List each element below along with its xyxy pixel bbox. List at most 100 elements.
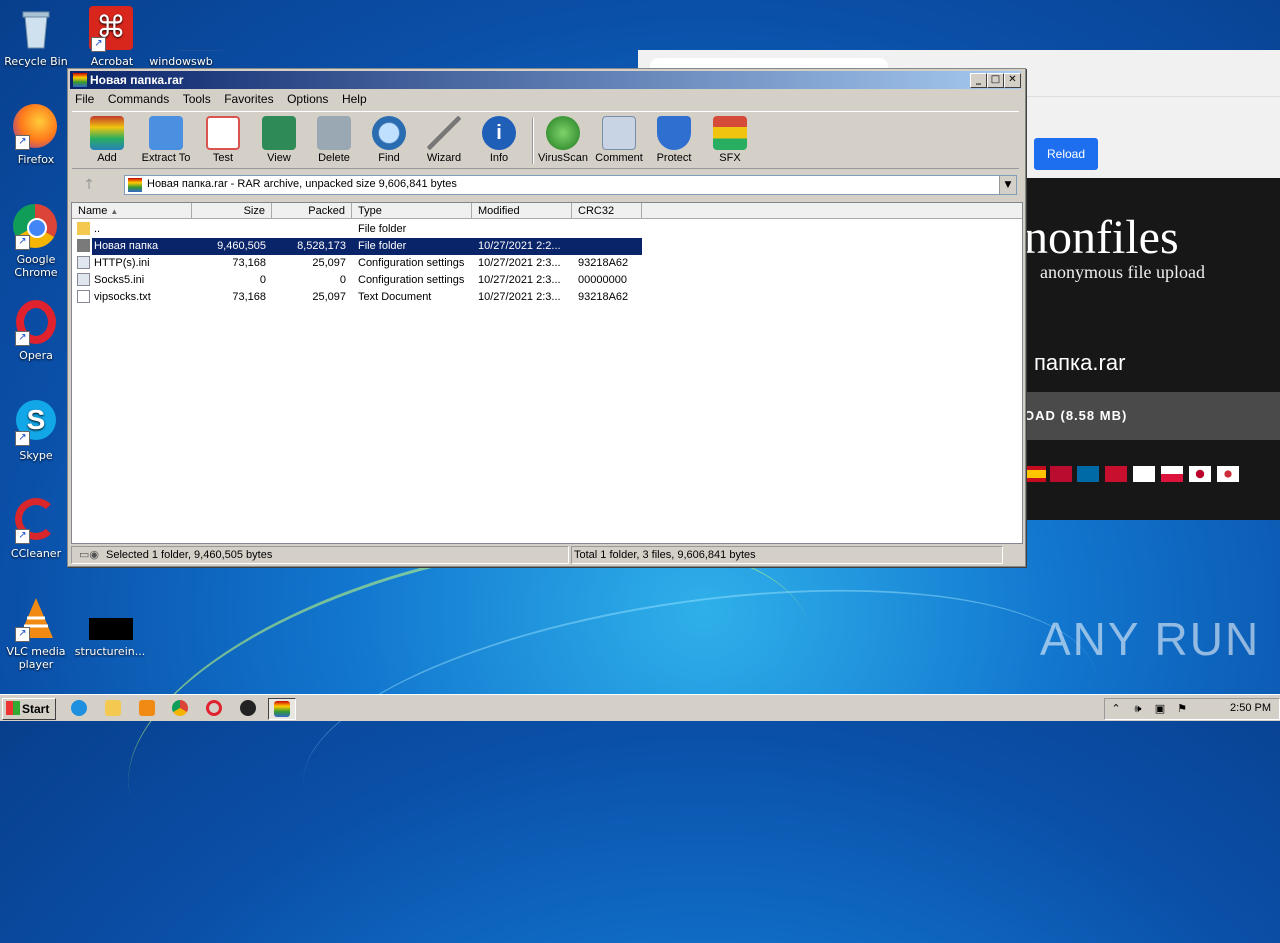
text-file-icon — [77, 290, 90, 303]
taskbar-ie[interactable] — [66, 698, 92, 718]
table-row[interactable]: Новая папка 9,460,505 8,528,173 File fol… — [72, 238, 1022, 255]
cell-crc32: 93218A62 — [578, 291, 629, 303]
cell-crc32: 93218A62 — [578, 257, 629, 269]
menu-options[interactable]: Options — [282, 90, 333, 108]
opera-icon — [206, 700, 222, 716]
sfx-button[interactable]: SFX — [702, 116, 758, 164]
cell-packed: 0 — [339, 274, 346, 286]
desktop-icon-label: Opera — [19, 349, 53, 362]
windows-logo-icon — [6, 701, 20, 715]
cell-crc32: 00000000 — [578, 274, 627, 286]
desktop-icon-vlc[interactable]: ↗ VLC media player — [0, 596, 72, 671]
taskbar-winrar[interactable] — [268, 698, 296, 720]
winrar-window[interactable]: Новая папка.rar _ □ ✕ File Commands Tool… — [67, 68, 1026, 567]
desktop-icon-label: CCleaner — [10, 547, 62, 560]
info-button[interactable]: i Info — [471, 116, 527, 164]
table-row[interactable]: HTTP(s).ini 73,168 25,097 Configuration … — [72, 255, 1022, 272]
network-icon[interactable]: ▣ — [1153, 702, 1167, 716]
column-header-type[interactable]: Type — [352, 203, 472, 219]
desktop-icon-firefox[interactable]: ↗ Firefox — [0, 104, 72, 166]
column-header-name[interactable]: Name ▲ — [72, 203, 192, 219]
column-header-packed[interactable]: Packed — [272, 203, 352, 219]
taskbar-explorer[interactable] — [100, 698, 126, 718]
add-archive-icon — [90, 116, 124, 150]
flag-korea-icon[interactable] — [1217, 466, 1239, 482]
taskbar-opera[interactable] — [201, 698, 227, 718]
close-button[interactable]: ✕ — [1004, 73, 1021, 88]
comment-button[interactable]: Comment — [591, 116, 647, 164]
desktop-icon-recycle-bin[interactable]: Recycle Bin — [0, 6, 72, 68]
protect-button[interactable]: Protect — [646, 116, 702, 164]
flag-finland-icon[interactable] — [1133, 466, 1155, 482]
menu-commands[interactable]: Commands — [103, 90, 174, 108]
desktop-icon-ccleaner[interactable]: ↗ CCleaner — [0, 498, 72, 560]
table-row[interactable]: .. File folder — [72, 221, 1022, 238]
desktop-icon-label: windowswb — [149, 55, 213, 68]
view-book-icon — [262, 116, 296, 150]
menu-help[interactable]: Help — [337, 90, 372, 108]
flag-icon[interactable]: ⚑ — [1175, 702, 1189, 716]
system-tray: ⌃ 🕪 ▣ ⚑ 2:50 PM — [1104, 698, 1280, 720]
path-combobox[interactable]: Новая папка.rar - RAR archive, unpacked … — [124, 175, 1017, 195]
flag-spain-icon[interactable] — [1024, 466, 1046, 482]
minimize-button[interactable]: _ — [970, 73, 987, 88]
vlc-icon: ↗ — [13, 596, 59, 642]
taskbar: Start ⌃ 🕪 ▣ ⚑ 2:50 PM — [0, 694, 1280, 721]
flag-japan-icon[interactable] — [1189, 466, 1211, 482]
column-header-modified[interactable]: Modified — [472, 203, 572, 219]
taskbar-media-player[interactable] — [134, 698, 160, 718]
table-row[interactable]: Socks5.ini 0 0 Configuration settings 10… — [72, 272, 1022, 289]
sort-ascending-icon: ▲ — [110, 207, 119, 216]
reload-button[interactable]: Reload — [1034, 138, 1098, 170]
desktop-icon-opera[interactable]: ↗ Opera — [0, 300, 72, 362]
chevron-up-icon[interactable]: ⌃ — [1109, 702, 1123, 716]
wizard-button[interactable]: Wizard — [416, 116, 472, 164]
ccleaner-icon: ↗ — [13, 498, 59, 544]
file-icon — [87, 596, 133, 642]
chrome-icon — [172, 700, 188, 716]
title-bar[interactable]: Новая папка.rar _ □ ✕ — [70, 71, 1021, 89]
cell-type: Configuration settings — [358, 274, 465, 286]
cell-modified: 10/27/2021 2:3... — [478, 257, 561, 269]
find-magnifier-icon — [372, 116, 406, 150]
flag-sweden-icon[interactable] — [1077, 466, 1099, 482]
flag-denmark-icon[interactable] — [1105, 466, 1127, 482]
site-brand: nonfiles — [1024, 211, 1179, 264]
delete-button[interactable]: Delete — [306, 116, 362, 164]
up-arrow-icon[interactable]: ↑ — [78, 177, 100, 193]
flag-poland-icon[interactable] — [1161, 466, 1183, 482]
desktop-icon-acrobat[interactable]: ⌘ ↗ Acrobat — [76, 6, 148, 68]
taskbar-app[interactable] — [235, 698, 261, 718]
virusscan-button[interactable]: VirusScan — [535, 116, 591, 164]
chrome-icon: ↗ — [13, 204, 59, 250]
chevron-down-icon[interactable]: ▼ — [999, 176, 1016, 194]
download-label: OAD (8.58 MB) — [1024, 408, 1128, 423]
folder-icon — [77, 222, 90, 235]
flag-norway-icon[interactable] — [1050, 466, 1072, 482]
table-row[interactable]: vipsocks.txt 73,168 25,097 Text Document… — [72, 289, 1022, 306]
cell-size: 73,168 — [232, 291, 266, 303]
desktop-icon-label: VLC media player — [6, 645, 66, 671]
test-button[interactable]: Test — [195, 116, 251, 164]
add-button[interactable]: Add — [79, 116, 135, 164]
view-button[interactable]: View — [251, 116, 307, 164]
acrobat-icon: ⌘ ↗ — [89, 6, 135, 52]
column-header-crc32[interactable]: CRC32 — [572, 203, 642, 219]
start-button[interactable]: Start — [2, 698, 56, 720]
menu-tools[interactable]: Tools — [178, 90, 216, 108]
taskbar-chrome[interactable] — [167, 698, 193, 718]
volume-icon[interactable]: 🕪 — [1131, 702, 1145, 716]
desktop-icon-windowswb[interactable]: windowswb — [145, 6, 222, 68]
find-button[interactable]: Find — [361, 116, 417, 164]
menu-favorites[interactable]: Favorites — [219, 90, 278, 108]
cell-packed: 25,097 — [312, 257, 346, 269]
extract-to-button[interactable]: Extract To — [138, 116, 194, 164]
desktop-icon-structurein[interactable]: structurein... — [74, 596, 146, 658]
maximize-button[interactable]: □ — [987, 73, 1004, 88]
desktop-icon-chrome[interactable]: ↗ Google Chrome — [0, 204, 72, 279]
desktop-icon-skype[interactable]: S ↗ Skype — [0, 400, 72, 462]
column-header-size[interactable]: Size — [192, 203, 272, 219]
menu-file[interactable]: File — [70, 90, 99, 108]
clock[interactable]: 2:50 PM — [1230, 702, 1271, 714]
file-list[interactable]: Name ▲ Size Packed Type Modified CRC32 .… — [71, 202, 1023, 544]
